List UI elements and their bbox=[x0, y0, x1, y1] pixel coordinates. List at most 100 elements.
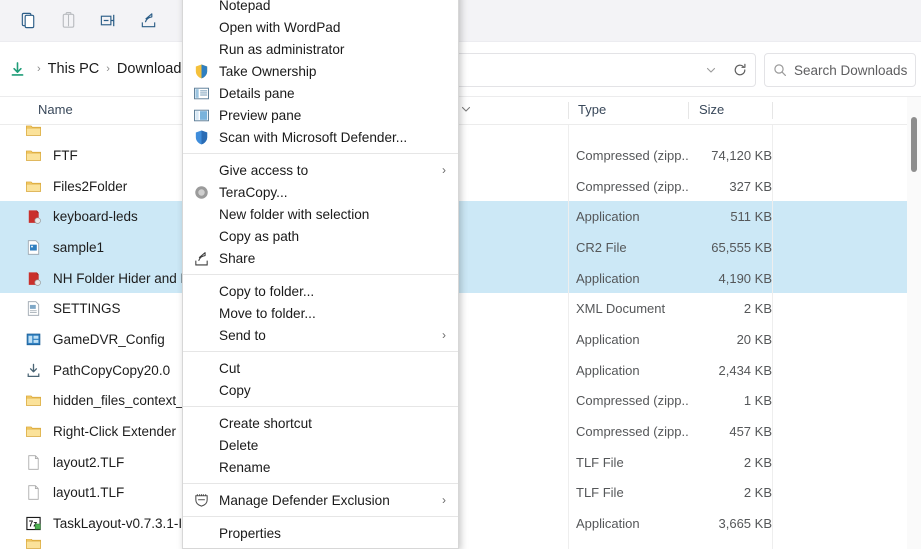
share-menu-icon bbox=[194, 251, 208, 265]
file-type: XML Document bbox=[576, 301, 666, 317]
folder-icon bbox=[22, 391, 44, 411]
menu-item-copy-as-path[interactable]: Copy as path bbox=[183, 225, 458, 247]
file-size: 65,555 KB bbox=[711, 239, 772, 255]
menu-item-label: Preview pane bbox=[219, 107, 302, 123]
chevron-down-icon bbox=[706, 67, 716, 73]
share-icon bbox=[141, 13, 155, 28]
file-type: Compressed (zipp... bbox=[576, 393, 688, 409]
sevenzip-icon: 7z bbox=[22, 514, 44, 534]
folder-icon bbox=[22, 539, 44, 549]
menu-item-label: Take Ownership bbox=[219, 63, 317, 79]
menu-item-create-shortcut[interactable]: Create shortcut bbox=[183, 412, 458, 434]
menu-item-take-ownership[interactable]: Take Ownership bbox=[183, 60, 458, 82]
menu-item-label: Run as administrator bbox=[219, 41, 345, 57]
blank-file-icon bbox=[27, 485, 39, 501]
xml-file-icon bbox=[22, 299, 44, 319]
menu-item-details-pane[interactable]: Details pane bbox=[183, 82, 458, 104]
vertical-scrollbar[interactable] bbox=[907, 97, 921, 549]
file-type: Compressed (zipp... bbox=[576, 424, 688, 440]
downloads-arrow-icon bbox=[2, 54, 32, 84]
menu-item-label: Properties bbox=[219, 525, 281, 541]
menu-item-no-icon bbox=[191, 524, 211, 542]
menu-separator bbox=[183, 153, 458, 154]
xml-file-icon bbox=[27, 301, 39, 317]
rename-button[interactable] bbox=[88, 5, 128, 37]
image-file-icon bbox=[22, 237, 44, 257]
menu-item-send-to[interactable]: Send to › bbox=[183, 324, 458, 346]
menu-item-move-to-folder[interactable]: Move to folder... bbox=[183, 302, 458, 324]
menu-item-label: Details pane bbox=[219, 85, 295, 101]
preview-pane-icon bbox=[193, 109, 209, 121]
file-size: 457 KB bbox=[729, 424, 772, 440]
blank-file-icon bbox=[22, 452, 44, 472]
menu-item-rename[interactable]: Rename bbox=[183, 456, 458, 478]
share-button[interactable] bbox=[128, 5, 168, 37]
menu-item-label: Notepad bbox=[219, 0, 271, 13]
menu-item-preview-pane[interactable]: Preview pane bbox=[183, 104, 458, 126]
context-menu[interactable]: Notepad Open with WordPad Run as administr… bbox=[182, 0, 459, 549]
defender-exclusion-icon bbox=[191, 491, 211, 509]
file-type: Application bbox=[576, 516, 640, 532]
rename-icon bbox=[100, 14, 114, 27]
menu-item-label: Give access to bbox=[219, 162, 309, 178]
column-divider-2[interactable] bbox=[688, 102, 689, 119]
column-header-size[interactable]: Size bbox=[699, 102, 724, 117]
menu-item-properties[interactable]: Properties bbox=[183, 522, 458, 544]
column-header-row: Name Type Size bbox=[0, 97, 921, 125]
breadcrumb-this-pc[interactable]: This PC bbox=[42, 61, 106, 77]
menu-item-scan-with-microsoft-defender[interactable]: Scan with Microsoft Defender... bbox=[183, 126, 458, 148]
app-red-icon bbox=[22, 268, 44, 288]
file-type: Application bbox=[576, 331, 640, 347]
menu-item-share[interactable]: Share bbox=[183, 247, 458, 269]
menu-item-no-icon bbox=[191, 227, 211, 245]
menu-item-label: TeraCopy... bbox=[219, 184, 288, 200]
menu-item-no-icon bbox=[191, 414, 211, 432]
menu-item-new-folder-with-selection[interactable]: New folder with selection bbox=[183, 203, 458, 225]
folder-icon bbox=[25, 426, 41, 437]
file-size: 2 KB bbox=[743, 454, 772, 470]
menu-item-no-icon bbox=[191, 304, 211, 322]
menu-item-no-icon bbox=[191, 436, 211, 454]
menu-item-no-icon bbox=[191, 381, 211, 399]
menu-item-open-with-wordpad[interactable]: Open with WordPad bbox=[183, 16, 458, 38]
blank-file-icon bbox=[22, 483, 44, 503]
menu-item-copy[interactable]: Copy bbox=[183, 379, 458, 401]
menu-item-label: Move to folder... bbox=[219, 305, 316, 321]
folder-icon bbox=[22, 176, 44, 196]
menu-item-no-icon bbox=[191, 205, 211, 223]
menu-item-cut[interactable]: Cut bbox=[183, 357, 458, 379]
menu-item-delete[interactable]: Delete bbox=[183, 434, 458, 456]
folder-icon bbox=[25, 150, 41, 161]
paste-button[interactable] bbox=[48, 5, 88, 37]
search-box[interactable]: Search Downloads bbox=[764, 53, 916, 87]
refresh-button[interactable] bbox=[725, 63, 755, 77]
menu-item-notepad[interactable]: Notepad bbox=[183, 0, 458, 16]
menu-item-teracopy[interactable]: TeraCopy... bbox=[183, 181, 458, 203]
file-type: TLF File bbox=[576, 454, 624, 470]
column-header-name[interactable]: Name bbox=[38, 102, 73, 117]
copy-icon bbox=[21, 12, 34, 29]
menu-item-no-icon bbox=[191, 359, 211, 377]
share-menu-icon bbox=[191, 249, 211, 267]
menu-item-label: Rename bbox=[219, 459, 271, 475]
file-type: Application bbox=[576, 362, 640, 378]
folder-icon bbox=[22, 145, 44, 165]
menu-item-copy-to-folder[interactable]: Copy to folder... bbox=[183, 280, 458, 302]
defender-exclusion-icon bbox=[194, 493, 208, 507]
menu-item-run-as-administrator[interactable]: Run as administrator bbox=[183, 38, 458, 60]
file-type: Compressed (zipp... bbox=[576, 178, 688, 194]
file-type: Application bbox=[576, 270, 640, 286]
folder-icon bbox=[25, 539, 41, 549]
column-header-type[interactable]: Type bbox=[578, 102, 606, 117]
address-history-dropdown[interactable] bbox=[697, 64, 725, 76]
folder-icon bbox=[25, 125, 41, 136]
address-input[interactable] bbox=[452, 53, 756, 87]
details-pane-icon bbox=[193, 87, 209, 99]
menu-item-manage-defender-exclusion[interactable]: Manage Defender Exclusion › bbox=[183, 489, 458, 511]
folder-icon bbox=[25, 181, 41, 192]
copy-button[interactable] bbox=[8, 5, 48, 37]
menu-item-give-access-to[interactable]: Give access to › bbox=[183, 159, 458, 181]
scrollbar-thumb[interactable] bbox=[911, 117, 917, 172]
column-divider-1[interactable] bbox=[568, 102, 569, 119]
column-divider-3[interactable] bbox=[772, 102, 773, 119]
